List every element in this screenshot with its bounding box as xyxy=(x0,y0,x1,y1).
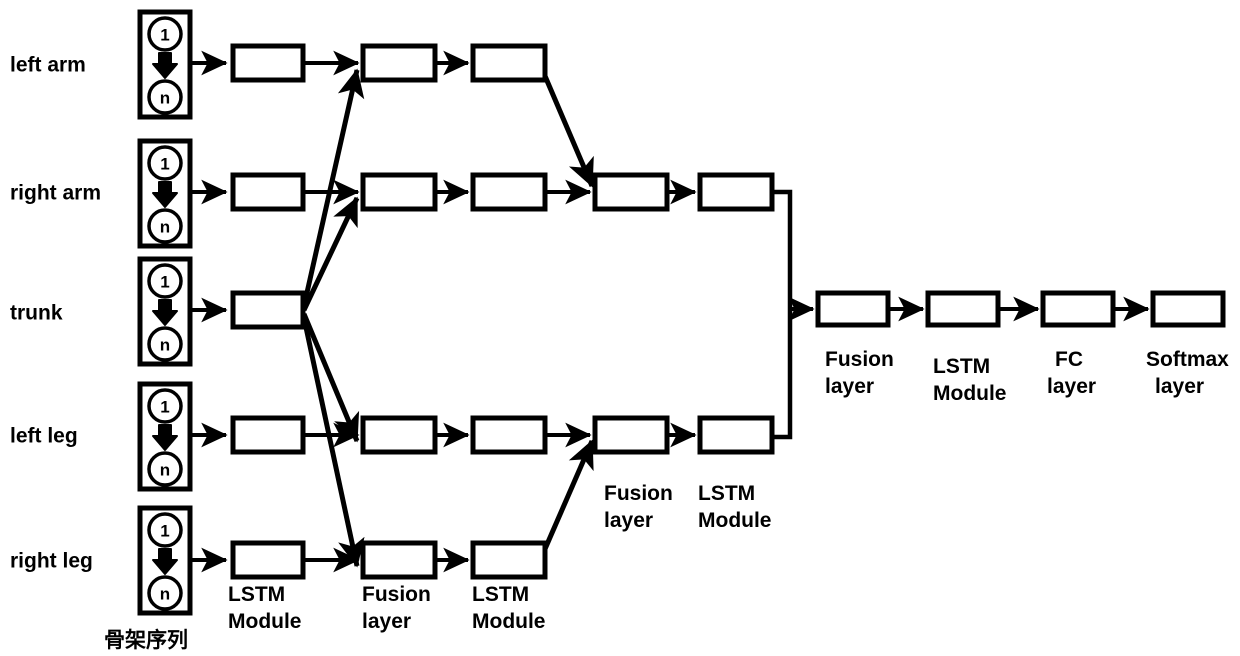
box-lstm1-trunk xyxy=(230,290,306,330)
skeleton-sequence-trunk: 1 n xyxy=(137,256,193,367)
link-lstm3-left-arm-to-fusion4-upper xyxy=(542,75,595,188)
caption-softmax-layer-line1: Softmax xyxy=(1146,348,1229,371)
skeleton-sequence-right-arm: 1 n xyxy=(137,138,193,249)
box-fusion2-right-leg xyxy=(360,540,438,580)
sequence-last-node-label: n xyxy=(160,461,170,480)
link-trunk-to-fusion2-right-arm xyxy=(301,196,360,312)
merge-bus xyxy=(772,189,793,440)
caption-lstm-module-col1-line1: LSTM xyxy=(228,583,285,606)
box-fusion2-left-leg xyxy=(360,415,438,455)
caption-fusion-layer-col4-line2: layer xyxy=(604,509,653,532)
box-lstm3-right-leg xyxy=(470,540,548,580)
body-part-label-right-leg: right leg xyxy=(10,550,93,573)
body-part-label-trunk: trunk xyxy=(10,302,63,325)
box-lstm3-left-leg xyxy=(470,415,548,455)
box-lstm1-right-leg xyxy=(230,540,306,580)
link-trunk-to-fusion2-left-leg xyxy=(301,313,360,443)
box-fc-layer xyxy=(1040,290,1116,328)
caption-fusion-layer-col4-line1: Fusion xyxy=(604,482,673,505)
sequence-last-node-label: n xyxy=(160,89,170,108)
caption-softmax-layer-line2: layer xyxy=(1155,375,1204,398)
architecture-diagram: left arm right arm trunk left leg right … xyxy=(10,9,1229,652)
link-trunk-to-fusion2-right-leg xyxy=(301,317,365,568)
box-lstm5-lower xyxy=(697,415,775,455)
box-lstm1-right-arm xyxy=(230,172,306,212)
sequence-last-node-label: n xyxy=(160,336,170,355)
box-lstm-final xyxy=(925,290,1001,328)
box-fusion-final xyxy=(815,290,891,328)
caption-fc-layer-line1: FC xyxy=(1055,348,1083,371)
diagram-canvas: left arm right arm trunk left leg right … xyxy=(0,0,1240,656)
caption-fusion-layer-col2-line1: Fusion xyxy=(362,583,431,606)
body-part-label-left-arm: left arm xyxy=(10,54,86,77)
caption-lstm-module-final-line1: LSTM xyxy=(933,355,990,378)
sequence-first-node-label: 1 xyxy=(160,26,169,45)
box-lstm3-right-arm xyxy=(470,172,548,212)
link-lstm3-right-leg-to-fusion4-lower xyxy=(542,439,595,550)
box-fusion2-right-arm xyxy=(360,172,438,212)
box-lstm1-left-leg xyxy=(230,415,306,455)
caption-lstm-module-col1-line2: Module xyxy=(228,610,302,633)
link-trunk-to-fusion2-left-arm xyxy=(301,68,365,307)
sequence-first-node-label: 1 xyxy=(160,522,169,541)
box-lstm3-left-arm xyxy=(470,43,548,83)
caption-lstm-module-col5-line1: LSTM xyxy=(698,482,755,505)
box-fusion2-left-arm xyxy=(360,43,438,83)
caption-lstm-module-col3-line2: Module xyxy=(472,610,546,633)
box-fusion4-lower xyxy=(592,415,670,455)
caption-lstm-module-col3-line1: LSTM xyxy=(472,583,529,606)
caption-lstm-module-col5-line2: Module xyxy=(698,509,772,532)
skeleton-sequence-left-leg: 1 n xyxy=(137,381,193,492)
skeleton-sequence-caption: 骨架序列 xyxy=(104,628,188,652)
sequence-last-node-label: n xyxy=(160,585,170,604)
caption-fc-layer-line2: layer xyxy=(1047,375,1096,398)
skeleton-sequence-right-leg: 1 n xyxy=(137,505,193,616)
skeleton-sequence-left-arm: 1 n xyxy=(137,9,193,120)
sequence-last-node-label: n xyxy=(160,218,170,237)
body-part-label-right-arm: right arm xyxy=(10,182,101,205)
caption-lstm-module-final-line2: Module xyxy=(933,382,1007,405)
box-lstm1-left-arm xyxy=(230,43,306,83)
caption-fusion-layer-col2-line2: layer xyxy=(362,610,411,633)
caption-fusion-layer-final-line2: layer xyxy=(825,375,874,398)
sequence-first-node-label: 1 xyxy=(160,398,169,417)
caption-fusion-layer-final-line1: Fusion xyxy=(825,348,894,371)
box-lstm5-upper xyxy=(697,172,775,212)
sequence-first-node-label: 1 xyxy=(160,273,169,292)
sequence-first-node-label: 1 xyxy=(160,155,169,174)
body-part-label-left-leg: left leg xyxy=(10,425,78,448)
box-softmax-layer xyxy=(1150,290,1226,328)
box-fusion4-upper xyxy=(592,172,670,212)
